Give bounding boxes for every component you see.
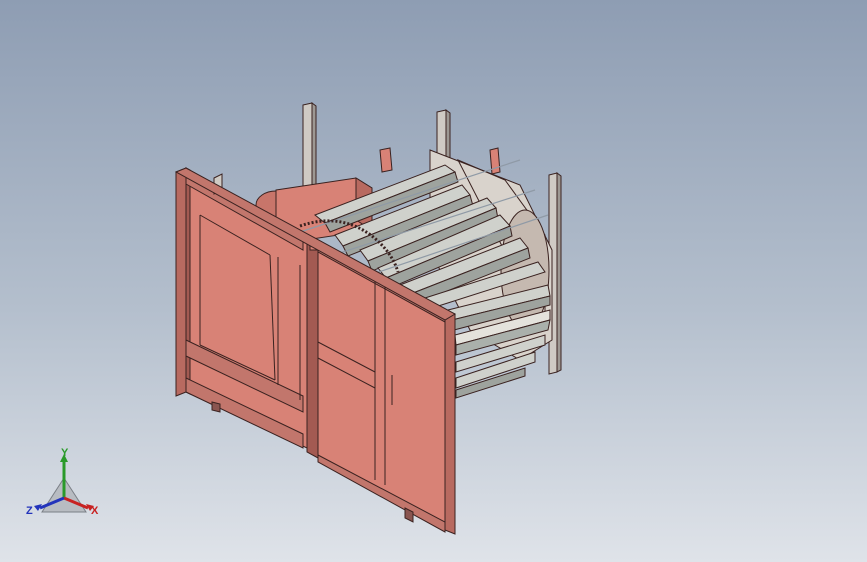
x-axis-label: X [91, 505, 99, 517]
graphics-viewport[interactable]: Y X Z [0, 0, 867, 562]
cad-model-assembly[interactable] [0, 0, 867, 562]
z-axis-label: Z [26, 505, 33, 517]
y-axis-label: Y [61, 447, 69, 459]
view-orientation-triad[interactable]: Y X Z [24, 448, 104, 524]
